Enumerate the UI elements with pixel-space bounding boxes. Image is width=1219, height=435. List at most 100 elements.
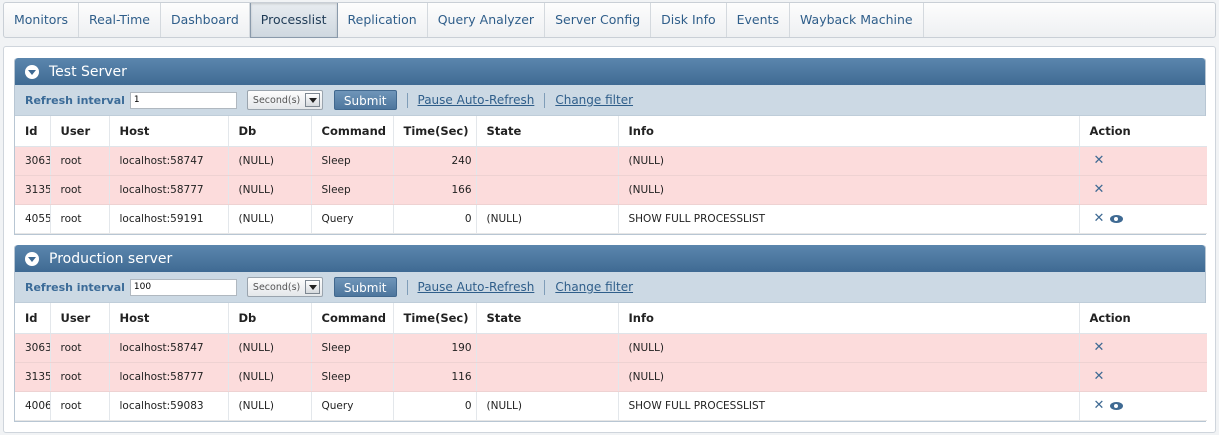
kill-icon[interactable]: ✕ <box>1094 183 1105 196</box>
tab-monitors[interactable]: Monitors <box>4 3 80 37</box>
cell-host: localhost:59191 <box>109 204 229 234</box>
refresh-toolbar: Refresh interval Second(s) Submit Pause … <box>15 85 1205 116</box>
cell-db: (NULL) <box>228 175 312 205</box>
view-query-icon[interactable] <box>1110 214 1124 223</box>
cell-user: root <box>50 391 110 421</box>
col-info[interactable]: Info <box>618 116 1080 147</box>
cell-state: (NULL) <box>476 204 619 234</box>
cell-id: 4006 <box>15 391 51 421</box>
view-query-icon[interactable] <box>1110 401 1124 410</box>
refresh-interval-input[interactable] <box>129 278 237 296</box>
dropdown-arrow-icon[interactable] <box>304 93 320 107</box>
col-user[interactable]: User <box>50 116 110 147</box>
collapse-icon[interactable] <box>25 251 39 266</box>
pause-auto-refresh-link[interactable]: Pause Auto-Refresh <box>418 280 535 294</box>
kill-icon[interactable]: ✕ <box>1094 370 1105 383</box>
cell-state <box>476 333 619 363</box>
cell-command: Sleep <box>311 362 394 392</box>
col-info[interactable]: Info <box>618 303 1080 334</box>
cell-action: ✕ <box>1079 362 1207 392</box>
cell-db: (NULL) <box>228 146 312 176</box>
tab-replication[interactable]: Replication <box>338 3 428 37</box>
col-db[interactable]: Db <box>228 116 312 147</box>
cell-host: localhost:58747 <box>109 333 229 363</box>
col-action: Action <box>1079 116 1207 147</box>
cell-time: 190 <box>393 333 477 363</box>
cell-db: (NULL) <box>228 333 312 363</box>
cell-time: 166 <box>393 175 477 205</box>
tab-processlist[interactable]: Processlist <box>249 3 338 38</box>
cell-id: 3135 <box>15 362 51 392</box>
col-command[interactable]: Command <box>311 303 394 334</box>
server-panel-test: Test Server Refresh interval Second(s) S… <box>14 58 1207 235</box>
tab-disk-info[interactable]: Disk Info <box>651 3 727 37</box>
cell-host: localhost:58777 <box>109 362 229 392</box>
col-host[interactable]: Host <box>109 116 229 147</box>
dropdown-arrow-icon[interactable] <box>304 280 320 294</box>
tab-dashboard[interactable]: Dashboard <box>161 3 250 37</box>
kill-icon[interactable]: ✕ <box>1094 212 1105 225</box>
change-filter-link[interactable]: Change filter <box>555 280 633 294</box>
cell-id: 3063 <box>15 333 51 363</box>
tab-events[interactable]: Events <box>727 3 790 37</box>
pause-auto-refresh-link[interactable]: Pause Auto-Refresh <box>418 93 535 107</box>
cell-id: 4055 <box>15 204 51 234</box>
submit-button[interactable]: Submit <box>333 90 397 110</box>
panel-header[interactable]: Test Server <box>15 58 1205 85</box>
interval-unit-select[interactable]: Second(s) <box>246 277 323 297</box>
cell-state <box>476 175 619 205</box>
kill-icon[interactable]: ✕ <box>1094 399 1105 412</box>
cell-user: root <box>50 362 110 392</box>
col-state[interactable]: State <box>476 303 619 334</box>
tab-server-config[interactable]: Server Config <box>545 3 652 37</box>
kill-icon[interactable]: ✕ <box>1094 154 1105 167</box>
cell-command: Sleep <box>311 146 394 176</box>
col-state[interactable]: State <box>476 116 619 147</box>
col-db[interactable]: Db <box>228 303 312 334</box>
table-row: 3063 root localhost:58747 (NULL) Sleep 1… <box>15 333 1207 363</box>
kill-icon[interactable]: ✕ <box>1094 341 1105 354</box>
col-time[interactable]: Time(Sec) <box>393 116 477 147</box>
col-id[interactable]: Id <box>15 303 51 334</box>
cell-time: 0 <box>393 391 477 421</box>
processlist-table: Id User Host Db Command Time(Sec) State … <box>15 116 1207 234</box>
table-header-row: Id User Host Db Command Time(Sec) State … <box>15 116 1207 147</box>
content-area: Test Server Refresh interval Second(s) S… <box>3 46 1216 433</box>
table-row: 3135 root localhost:58777 (NULL) Sleep 1… <box>15 175 1207 205</box>
cell-info: (NULL) <box>618 175 1080 205</box>
col-id[interactable]: Id <box>15 116 51 147</box>
cell-db: (NULL) <box>228 204 312 234</box>
cell-user: root <box>50 146 110 176</box>
cell-command: Sleep <box>311 175 394 205</box>
col-user[interactable]: User <box>50 303 110 334</box>
collapse-icon[interactable] <box>25 64 39 79</box>
cell-db: (NULL) <box>228 391 312 421</box>
change-filter-link[interactable]: Change filter <box>555 93 633 107</box>
interval-unit-value: Second(s) <box>252 94 301 106</box>
col-action: Action <box>1079 303 1207 334</box>
cell-command: Query <box>311 391 394 421</box>
cell-info: (NULL) <box>618 362 1080 392</box>
processlist-table: Id User Host Db Command Time(Sec) State … <box>15 303 1207 421</box>
cell-info: (NULL) <box>618 333 1080 363</box>
col-time[interactable]: Time(Sec) <box>393 303 477 334</box>
tab-real-time[interactable]: Real-Time <box>79 3 161 37</box>
interval-unit-select[interactable]: Second(s) <box>246 90 323 110</box>
separator <box>544 279 546 295</box>
col-command[interactable]: Command <box>311 116 394 147</box>
submit-button[interactable]: Submit <box>333 277 397 297</box>
tab-query-analyzer[interactable]: Query Analyzer <box>428 3 546 37</box>
panel-header[interactable]: Production server <box>15 245 1205 272</box>
cell-state: (NULL) <box>476 391 619 421</box>
tab-wayback-machine[interactable]: Wayback Machine <box>790 3 924 37</box>
cell-user: root <box>50 175 110 205</box>
col-host[interactable]: Host <box>109 303 229 334</box>
cell-info: (NULL) <box>618 146 1080 176</box>
cell-time: 240 <box>393 146 477 176</box>
cell-action: ✕ <box>1079 175 1207 205</box>
server-panel-production: Production server Refresh interval Secon… <box>14 245 1207 422</box>
refresh-interval-input[interactable] <box>129 91 237 109</box>
interval-unit-value: Second(s) <box>252 281 301 293</box>
cell-command: Query <box>311 204 394 234</box>
table-row: 4055 root localhost:59191 (NULL) Query 0… <box>15 204 1207 234</box>
